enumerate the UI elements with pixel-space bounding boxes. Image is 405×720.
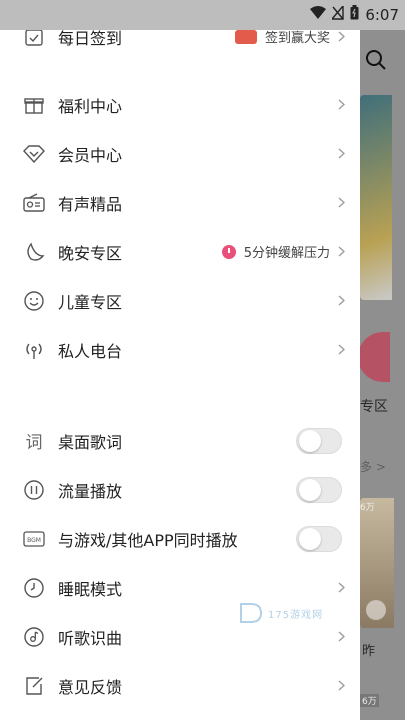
calendar-check-icon [22, 30, 46, 49]
moon-icon [22, 240, 46, 264]
radio-icon [22, 191, 46, 215]
chevron-right-icon [336, 31, 346, 42]
chevron-right-icon [336, 631, 346, 642]
diamond-icon [22, 142, 46, 166]
menu-item-label: 有声精品 [58, 194, 123, 214]
menu-item-feedback[interactable]: 意见反馈 [0, 661, 360, 710]
background-play-count-2: 6万 [360, 694, 379, 707]
chevron-right-icon [336, 582, 346, 593]
background-zone-label: 专区 [360, 399, 388, 415]
menu-item-label: 睡眠模式 [58, 579, 123, 599]
red-packet-icon [234, 30, 257, 44]
chevron-right-icon [336, 344, 346, 355]
menu-item-label: 流量播放 [58, 481, 123, 501]
clock-icon [221, 244, 236, 259]
mobile-data-play-toggle[interactable] [296, 476, 342, 503]
menu-item-label: 晚安专区 [58, 243, 123, 263]
status-bar: 6:07 [0, 0, 405, 30]
status-time: 6:07 [365, 5, 399, 24]
svg-text:BGM: BGM [27, 537, 41, 544]
chevron-right-icon [336, 99, 346, 110]
timer-icon [22, 576, 46, 600]
smiley-face-icon [22, 289, 46, 313]
background-banner [360, 95, 392, 300]
background-card-title: 昨 [362, 644, 376, 659]
lyrics-icon: 词 [25, 433, 43, 453]
menu-item-label: 桌面歌词 [58, 432, 123, 452]
menu-item-vip-center[interactable]: 会员中心 [0, 129, 360, 178]
chevron-right-icon [336, 148, 346, 159]
bgm-icon: BGM [22, 527, 46, 551]
menu-item-kids-zone[interactable]: 儿童专区 [0, 276, 360, 325]
chevron-right-icon [336, 680, 346, 691]
toggle-knob [299, 478, 321, 501]
play-icon [366, 600, 386, 620]
background-play-count: 6万 [360, 503, 375, 513]
menu-item-label: 意见反馈 [58, 677, 123, 697]
watermark: 175游戏网 [238, 600, 323, 626]
toggle-knob [299, 429, 321, 452]
play-with-apps-toggle[interactable] [296, 525, 342, 552]
menu-item-label: 福利中心 [58, 96, 123, 116]
menu-item-label: 每日签到 [58, 30, 123, 48]
menu-item-daily-checkin[interactable]: 每日签到 签到赢大奖 [0, 30, 360, 61]
battery-icon [350, 5, 359, 24]
gift-icon [22, 93, 46, 117]
menu-item-label: 儿童专区 [58, 292, 123, 312]
chevron-right-icon [336, 295, 346, 306]
menu-item-audio-premium[interactable]: 有声精品 [0, 178, 360, 227]
chevron-right-icon [336, 246, 346, 257]
broadcast-icon [22, 338, 46, 362]
menu-item-benefits-center[interactable]: 福利中心 [0, 80, 360, 129]
menu-item-label: 会员中心 [58, 145, 123, 165]
background-more-link: 多 > [360, 460, 386, 474]
menu-item-extra: 5分钟缓解压力 [243, 246, 330, 261]
menu-item-mobile-data-play[interactable]: 流量播放 [0, 465, 360, 514]
music-recognition-icon [22, 625, 46, 649]
menu-item-label: 与游戏/其他APP同时播放 [58, 530, 238, 550]
watermark-text: 175游戏网 [268, 609, 324, 621]
menu-item-label: 私人电台 [58, 341, 123, 361]
menu-item-extra: 签到赢大奖 [264, 31, 330, 46]
no-signal-icon [330, 3, 345, 24]
wifi-icon [310, 5, 327, 24]
chevron-right-icon [336, 197, 346, 208]
data-flow-icon [22, 478, 46, 502]
search-icon [364, 48, 388, 72]
menu-item-goodnight-zone[interactable]: 晚安专区 5分钟缓解压力 [0, 227, 360, 276]
desktop-lyrics-toggle[interactable] [296, 427, 342, 454]
toggle-knob [299, 527, 321, 550]
menu-item-desktop-lyrics[interactable]: 词 桌面歌词 [0, 416, 360, 465]
watermark-logo-icon [240, 603, 263, 623]
edit-note-icon [22, 674, 46, 698]
menu-item-play-with-apps[interactable]: BGM 与游戏/其他APP同时播放 [0, 514, 360, 563]
menu-item-label: 听歌识曲 [58, 628, 123, 648]
menu-item-private-radio[interactable]: 私人电台 [0, 325, 360, 374]
